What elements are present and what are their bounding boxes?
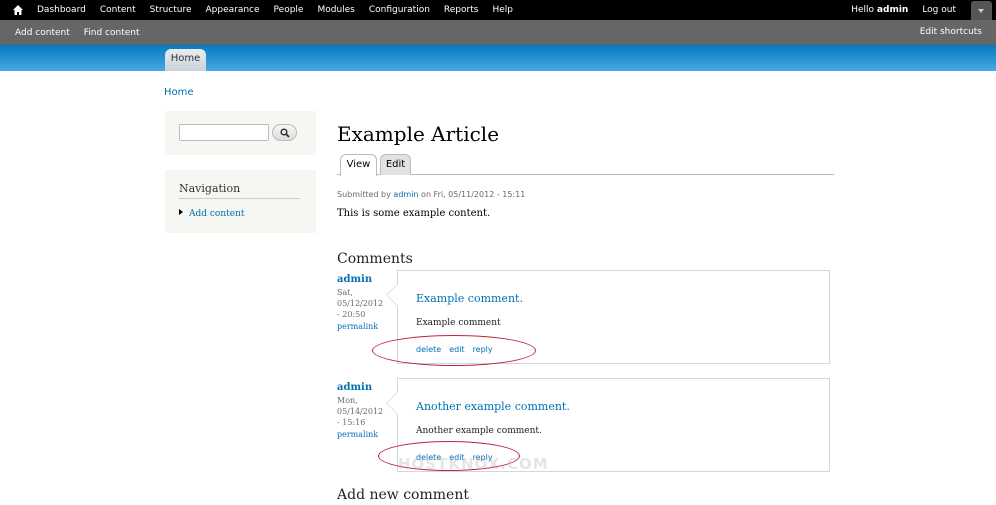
article-body: This is some example content. [337, 208, 491, 219]
comment-date-line: 05/12/2012 [337, 299, 384, 308]
comment-date: Sat, 05/12/2012 - 20:50 [337, 287, 387, 320]
search-input[interactable] [179, 124, 269, 141]
hello-label: Hello [851, 5, 875, 15]
comment-author[interactable]: admin [337, 382, 387, 393]
submitted-info: Submitted by admin on Fri, 05/11/2012 - … [337, 190, 525, 199]
comment-pointer-inner [387, 392, 398, 414]
logout-link[interactable]: Log out [915, 0, 963, 20]
search-block [165, 111, 316, 155]
toolbar-menu: Dashboard Content Structure Appearance P… [30, 0, 520, 20]
submitted-prefix: Submitted by [337, 190, 391, 199]
navigation-title: Navigation [179, 182, 241, 195]
comment-meta: admin Mon, 05/14/2012 - 15:16 permalink [337, 382, 387, 439]
shortcut-add-content[interactable]: Add content [8, 28, 77, 38]
page-title: Example Article [337, 122, 500, 146]
toolbar-item-configuration[interactable]: Configuration [362, 0, 437, 20]
toolbar-item-dashboard[interactable]: Dashboard [30, 0, 93, 20]
tab-edit[interactable]: Edit [380, 154, 411, 175]
divider [179, 198, 300, 199]
toolbar-item-people[interactable]: People [267, 0, 311, 20]
submitted-date: on Fri, 05/11/2012 - 15:11 [421, 190, 526, 199]
comment-title[interactable]: Another example comment. [416, 400, 570, 413]
highlight-ellipse [372, 335, 536, 366]
comment-meta: admin Sat, 05/12/2012 - 20:50 permalink [337, 274, 387, 331]
admin-toolbar: Dashboard Content Structure Appearance P… [0, 0, 996, 21]
search-button[interactable] [272, 124, 297, 141]
comment-title[interactable]: Example comment. [416, 292, 523, 305]
shortcuts-bar: Add content Find content Edit shortcuts [0, 20, 996, 45]
nav-item-label: Add content [189, 209, 245, 219]
toolbar-item-appearance[interactable]: Appearance [199, 0, 267, 20]
toolbar-item-reports[interactable]: Reports [437, 0, 486, 20]
chevron-down-icon [978, 9, 984, 13]
author-link[interactable]: admin [393, 190, 418, 199]
shortcuts-toggle-button[interactable] [971, 1, 992, 21]
site-header: Home [0, 45, 996, 71]
user-greeting: Hello admin [844, 0, 915, 20]
username-link[interactable]: admin [877, 5, 908, 15]
comment-permalink[interactable]: permalink [337, 322, 387, 331]
comment-date: Mon, 05/14/2012 - 15:16 [337, 395, 387, 428]
comment-date-line: Sat, [337, 288, 354, 297]
comment-date-line: Mon, [337, 396, 358, 405]
comment-pointer-inner [387, 284, 398, 306]
shortcut-find-content[interactable]: Find content [77, 28, 147, 38]
add-comment-heading: Add new comment [337, 487, 469, 503]
comments-heading: Comments [337, 251, 413, 267]
watermark: HOSTKNOX.COM [398, 455, 549, 473]
nav-item-add-content[interactable]: Add content [179, 209, 245, 219]
breadcrumb[interactable]: Home [164, 87, 194, 98]
toolbar-item-help[interactable]: Help [485, 0, 520, 20]
toolbar-item-structure[interactable]: Structure [143, 0, 199, 20]
comment-text: Example comment [416, 318, 501, 328]
comment-date-line: - 20:50 [337, 310, 366, 319]
bullet-arrow-icon [179, 209, 183, 215]
comment-author[interactable]: admin [337, 274, 387, 285]
toolbar-item-modules[interactable]: Modules [310, 0, 361, 20]
tab-home[interactable]: Home [165, 49, 206, 71]
toolbar-item-content[interactable]: Content [93, 0, 143, 20]
edit-shortcuts-link[interactable]: Edit shortcuts [920, 20, 982, 45]
comment-date-line: - 15:16 [337, 418, 366, 427]
local-tabs: View Edit [337, 153, 834, 176]
toolbar-user: Hello admin Log out [844, 0, 963, 20]
navigation-block: Navigation Add content [165, 170, 316, 233]
search-icon [280, 128, 290, 138]
comment-text: Another example comment. [416, 426, 542, 436]
tab-view[interactable]: View [340, 154, 377, 176]
home-icon[interactable] [12, 4, 24, 16]
comment-permalink[interactable]: permalink [337, 430, 387, 439]
shortcut-links: Add content Find content [8, 20, 147, 45]
comment-date-line: 05/14/2012 [337, 407, 384, 416]
